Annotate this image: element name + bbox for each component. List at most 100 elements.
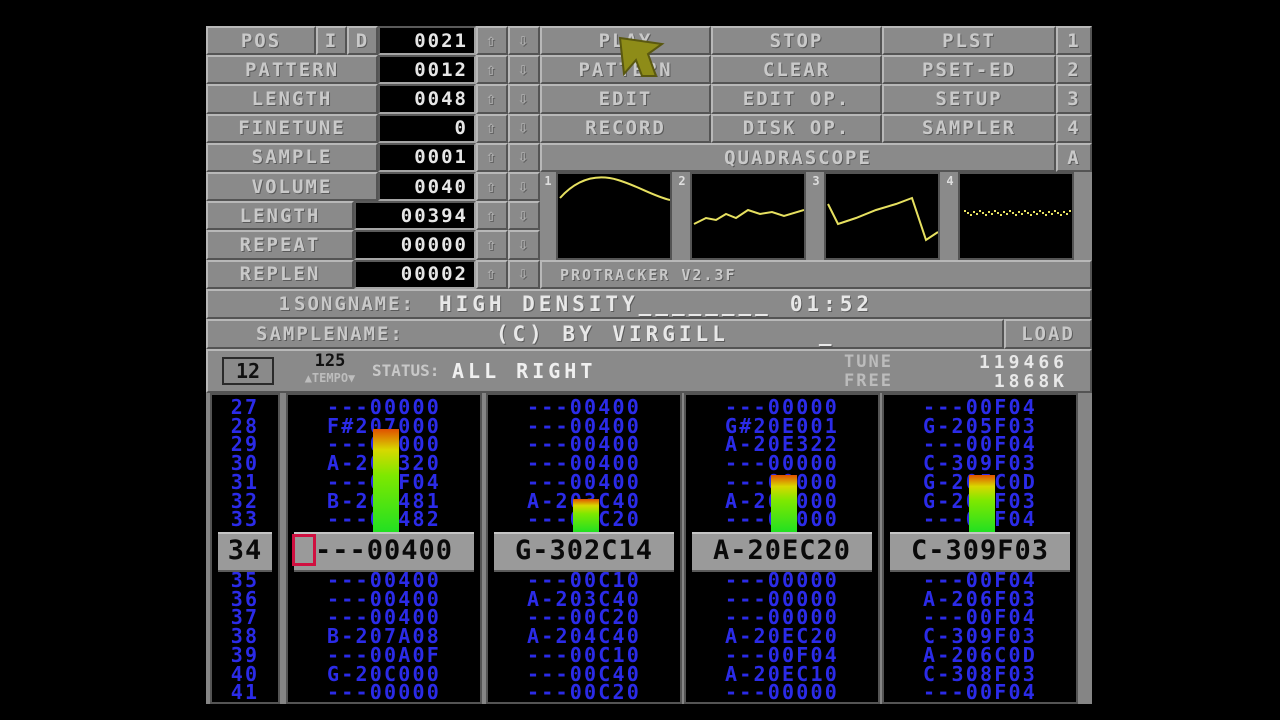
field-down-arrow-icon-3[interactable]: ⇩	[508, 113, 540, 143]
channel-2[interactable]: ---00400 ---00400 ---00400 ---00400 ---00400…	[486, 393, 682, 704]
waveform-dot	[1054, 210, 1056, 212]
menu-button-pset-ed[interactable]: PSET-ED	[882, 55, 1056, 85]
waveform-dot	[1057, 212, 1059, 214]
field-up-arrow-icon-2[interactable]: ⇧	[476, 84, 508, 114]
row-number: 41	[230, 680, 260, 704]
menu-button-label: PSET-ED	[921, 58, 1017, 81]
protracker-window: POS I D 0021 ⇧ ⇩ PATTERN 0012 ⇧ ⇩ LENGTH 0048 ⇧ ⇩ FINE…	[206, 26, 1092, 704]
current-row-cell[interactable]: C-309F03	[890, 532, 1070, 572]
menu-button-sampler[interactable]: SAMPLER	[882, 113, 1056, 143]
field-value-text-2: 0048	[414, 87, 468, 110]
waveform-dot	[1036, 213, 1038, 215]
field-up-arrow-icon-8[interactable]: ⇧	[476, 259, 508, 289]
menu-button-label: EDIT	[598, 87, 653, 110]
field-value-8[interactable]: 00002	[354, 259, 476, 289]
waveform-dot	[967, 212, 969, 214]
waveform-dot	[1048, 211, 1050, 213]
tempo-label[interactable]: ▲TEMPO▼	[286, 371, 374, 385]
current-row-cell[interactable]: A-20EC20	[692, 532, 872, 572]
field-down-arrow-icon-4[interactable]: ⇩	[508, 142, 540, 172]
pattern-cell[interactable]: ---00C20	[488, 682, 680, 702]
field-down-arrow-icon-5[interactable]: ⇩	[508, 172, 540, 202]
quadrascope-button[interactable]: QUADRASCOPE	[540, 143, 1056, 172]
scope-waveform-1	[559, 176, 671, 201]
waveform-dot	[1012, 212, 1014, 214]
waveform-dot	[988, 211, 990, 213]
field-down-arrow-icon-2[interactable]: ⇩	[508, 84, 540, 114]
field-value-4[interactable]: 0001	[378, 142, 476, 172]
pos-insert-button[interactable]: I	[316, 26, 347, 56]
octave-box[interactable]: 12	[222, 357, 274, 385]
vu-meter-1	[373, 429, 399, 532]
quadrascope-key-label: A	[1067, 146, 1081, 169]
field-down-arrow-icon-1[interactable]: ⇩	[508, 55, 540, 85]
menu-button-4[interactable]: 4	[1056, 113, 1092, 143]
current-row-cell[interactable]: G-302C14	[494, 532, 674, 572]
field-label-7: REPEAT	[206, 230, 354, 260]
channel-4[interactable]: ---00F04G-205F03---00F04C-309F03G-205C0D…	[882, 393, 1078, 704]
waveform-dot	[985, 214, 987, 216]
songname-label: SONGNAME:	[294, 293, 415, 315]
field-up-arrow-icon-0[interactable]: ⇧	[476, 26, 508, 56]
menu-button-disk-op-[interactable]: DISK OP.	[711, 113, 882, 143]
menu-button-2[interactable]: 2	[1056, 55, 1092, 85]
menu-button-3[interactable]: 3	[1056, 84, 1092, 114]
pos-delete-label: D	[355, 29, 370, 52]
menu-button-1[interactable]: 1	[1056, 26, 1092, 56]
field-down-arrow-icon-6[interactable]: ⇩	[508, 201, 540, 231]
field-value-3[interactable]: 0	[378, 113, 476, 143]
menu-button-record[interactable]: RECORD	[540, 113, 711, 143]
field-value-text-5: 0040	[414, 175, 468, 198]
field-down-arrow-icon-7[interactable]: ⇩	[508, 230, 540, 260]
waveform-dot	[976, 213, 978, 215]
menu-button-label: 1	[1067, 29, 1081, 52]
menu-button-clear[interactable]: CLEAR	[711, 55, 882, 85]
field-label-1: PATTERN	[206, 55, 378, 85]
field-down-arrow-icon-8[interactable]: ⇩	[508, 259, 540, 289]
field-value-text-4: 0001	[414, 146, 468, 169]
pattern-cell[interactable]: ---00000	[686, 682, 878, 702]
field-value-5[interactable]: 0040	[378, 172, 476, 202]
field-label-text-0: POS	[240, 29, 282, 52]
field-label-8: REPLEN	[206, 259, 354, 289]
pattern-cell[interactable]: ---00F04	[884, 682, 1076, 702]
pattern-cell[interactable]: ---00000	[288, 682, 480, 702]
pos-delete-button[interactable]: D	[347, 26, 378, 56]
menu-button-label: 2	[1067, 58, 1081, 81]
waveform-dot	[1069, 210, 1071, 212]
menu-button-edit[interactable]: EDIT	[540, 84, 711, 114]
field-up-arrow-icon-4[interactable]: ⇧	[476, 142, 508, 172]
status-value: ALL RIGHT	[452, 359, 597, 383]
field-value-6[interactable]: 00394	[354, 201, 476, 231]
field-up-arrow-icon-5[interactable]: ⇧	[476, 172, 508, 202]
field-value-0[interactable]: 0021	[378, 26, 476, 56]
field-down-arrow-icon-0[interactable]: ⇩	[508, 26, 540, 56]
current-row-cell[interactable]: ---00400	[294, 532, 474, 572]
pattern-editor[interactable]: 27 28 29 30 31 32 33 35 36 37 38 39 40 41 34 ---00000 F#…	[206, 393, 1092, 704]
field-value-1[interactable]: 0012	[378, 55, 476, 85]
quadrascope-key[interactable]: A	[1056, 143, 1092, 172]
row-number: 33	[230, 507, 260, 532]
field-label-text-3: FINETUNE	[238, 117, 346, 140]
field-up-arrow-icon-3[interactable]: ⇧	[476, 113, 508, 143]
vu-meter-4	[969, 475, 995, 532]
row-number-column: 27 28 29 30 31 32 33 35 36 37 38 39 40 41 34	[210, 393, 280, 704]
samplename-value[interactable]: (C) BY VIRGILL	[496, 322, 729, 346]
menu-button-plst[interactable]: PLST	[882, 26, 1056, 56]
field-label-6: LENGTH	[206, 201, 354, 231]
songname-value[interactable]: HIGH DENSITY________	[439, 292, 772, 316]
menu-button-edit-op-[interactable]: EDIT OP.	[711, 84, 882, 114]
channel-3[interactable]: ---00000 G#20E001 A-20E322 ---00000 ---00000…	[684, 393, 880, 704]
field-value-2[interactable]: 0048	[378, 84, 476, 114]
field-up-arrow-icon-6[interactable]: ⇧	[476, 201, 508, 231]
load-button[interactable]: LOAD	[1004, 319, 1092, 349]
field-up-arrow-icon-7[interactable]: ⇧	[476, 230, 508, 260]
free-label: FREE	[844, 371, 893, 391]
menu-button-setup[interactable]: SETUP	[882, 84, 1056, 114]
channel-1[interactable]: ---00000F#207000---07000A-207320---00F04…	[286, 393, 482, 704]
tune-value: 119466	[978, 352, 1068, 373]
field-up-arrow-icon-1[interactable]: ⇧	[476, 55, 508, 85]
field-value-7[interactable]: 00000	[354, 230, 476, 260]
menu-button-label: SETUP	[935, 87, 1003, 110]
menu-button-stop[interactable]: STOP	[711, 26, 882, 56]
